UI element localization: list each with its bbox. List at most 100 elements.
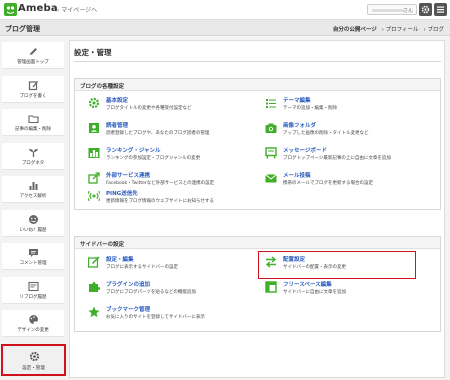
settings-button[interactable] xyxy=(419,3,432,16)
sidebar-item-dashboard[interactable]: 管理画面トップ xyxy=(2,42,64,69)
sidebar-item-label: ブログネタ xyxy=(21,161,45,166)
free-space-icon xyxy=(265,281,277,293)
entry-title[interactable]: ランキング・ジャンル xyxy=(106,146,161,154)
message-board-entry[interactable]: メッセージボード ブログトップページ最新記事の上に自由に文章を追加 xyxy=(265,146,425,168)
gear-icon xyxy=(421,5,430,14)
free-space-entry[interactable]: フリースペース編集 サイドバーに自由に文章を追加 xyxy=(265,280,425,302)
blog-link[interactable]: › ブログ xyxy=(424,25,444,33)
sidebar-item-reblog[interactable]: リブログ履歴 xyxy=(2,277,64,304)
public-page-link[interactable]: 自分の公開ページ xyxy=(333,25,377,33)
sidebar-item-label: いいね！履歴 xyxy=(19,228,47,233)
sidebar-item-label: 記事の編集・削除 xyxy=(15,127,51,132)
theme-edit-entry[interactable]: テーマ編集 テーマの追加・編集・削除 xyxy=(265,96,425,118)
sidebar: 管理画面トップ ブログを書く 記事の編集・削除 ブログネタ アクセス解析 いいね… xyxy=(0,38,66,380)
entry-title[interactable]: プラグインの追加 xyxy=(106,280,150,288)
sidebar-item-blog-neta[interactable]: ブログネタ xyxy=(2,143,64,170)
sidebar-item-edit-articles[interactable]: 記事の編集・削除 xyxy=(2,109,64,136)
bookmark-entry[interactable]: ブックマーク管理 お気に入りのサイトを登録してサイドバーに表示 xyxy=(88,305,248,327)
sidebar-edit-icon xyxy=(88,256,100,268)
panel-heading: サイドバーの設定 xyxy=(75,237,440,249)
readers-entry[interactable]: 読者管理 読者登録したブログや、あなたのブログ読者の管理 xyxy=(88,121,248,143)
gear-icon xyxy=(29,351,40,362)
mypage-link[interactable]: › マイページへ xyxy=(57,5,97,14)
entry-title[interactable]: テーマ編集 xyxy=(283,96,311,104)
basic-settings-entry[interactable]: 基本設定 ブログタイトルの変更や各種受付設定など xyxy=(88,96,248,118)
entry-title[interactable]: PING送信先 xyxy=(106,189,138,197)
entry-title[interactable]: 外部サービス連携 xyxy=(106,171,150,179)
panel-heading: ブログの各種設定 xyxy=(75,79,440,91)
mail-post-entry[interactable]: メール投稿 携帯のメールでブログを更新する場合の設定 xyxy=(265,171,425,193)
sidebar-item-label: アクセス解析 xyxy=(19,194,47,199)
entry-title[interactable]: 基本設定 xyxy=(106,96,128,104)
ping-entry[interactable]: PING送信先 更新情報をブログ情報のウェブサイトにお知らせする xyxy=(88,189,248,211)
entry-desc: Facebook・Twitterなど外部サービスとの連携の設定 xyxy=(106,181,215,186)
star-icon xyxy=(88,306,100,318)
entry-title[interactable]: 画像フォルダ xyxy=(283,121,316,129)
menu-button[interactable] xyxy=(434,3,447,16)
sidebar-item-label: 設定・管理 xyxy=(22,366,45,371)
reblog-icon xyxy=(28,281,39,292)
main-content: 設定・管理 ブログの各種設定 基本設定 ブログタイトルの変更や各種受付設定など … xyxy=(69,40,445,378)
page-title: 設定・管理 xyxy=(74,48,112,57)
entry-desc: アップした画像の削除・タイトル変更など xyxy=(283,131,369,136)
entry-desc: ブログトップページ最新記事の上に自由に文章を追加 xyxy=(283,156,391,161)
sidebar-item-settings[interactable]: 設定・管理 xyxy=(1,344,66,376)
entry-title[interactable]: フリースペース編集 xyxy=(283,280,332,288)
camera-icon xyxy=(265,123,277,133)
ping-icon xyxy=(88,190,100,202)
list-icon xyxy=(266,99,276,108)
entry-desc: 更新情報をブログ情報のウェブサイトにお知らせする xyxy=(106,199,214,204)
folder-icon xyxy=(28,115,39,124)
sidebar-item-label: 管理画面トップ xyxy=(17,60,49,65)
pencil-icon xyxy=(30,48,37,55)
entry-title[interactable]: メール投稿 xyxy=(283,171,311,179)
ranking-genre-entry[interactable]: ランキング・ジャンル ランキングの参加設定・ブログジャンルの変更 xyxy=(88,146,248,168)
entry-desc: ブログにブログパーツを貼るなどの機能追加 xyxy=(106,290,196,295)
entry-desc: ランキングの参加設定・ブログジャンルの変更 xyxy=(106,156,201,161)
entry-desc: 携帯のメールでブログを更新する場合の設定 xyxy=(283,181,373,186)
profile-link[interactable]: › プロフィール xyxy=(382,25,419,33)
highlight-box xyxy=(258,251,416,279)
share-icon xyxy=(88,172,100,184)
menu-icon xyxy=(437,6,444,13)
entry-desc: ブログタイトルの変更や各種受付設定など xyxy=(106,106,192,111)
user-menu[interactable]: さん xyxy=(367,4,417,15)
puzzle-icon xyxy=(89,282,100,292)
comment-icon xyxy=(29,249,38,257)
top-bar: Ameba › マイページへ さん xyxy=(0,0,450,20)
header-links: 自分の公開ページ › プロフィール › ブログ xyxy=(333,25,444,33)
edit-icon xyxy=(28,81,39,91)
sidebar-item-label: デザインの変更 xyxy=(17,328,49,333)
mail-icon xyxy=(265,174,277,183)
sidebar-item-write[interactable]: ブログを書く xyxy=(2,76,64,103)
blog-settings-panel: ブログの各種設定 基本設定 ブログタイトルの変更や各種受付設定など テーマ編集 … xyxy=(74,78,441,210)
user-suffix: さん xyxy=(402,8,413,14)
sidebar-edit-entry[interactable]: 設定・編集 ブログに表示するサイドバーの設定 xyxy=(88,255,248,277)
entry-title[interactable]: メッセージボード xyxy=(283,146,327,154)
entry-title[interactable]: 読者管理 xyxy=(106,121,128,129)
gear-icon xyxy=(88,97,100,109)
entry-title[interactable]: ブックマーク管理 xyxy=(106,305,150,313)
ameba-logo-icon[interactable] xyxy=(4,3,17,16)
sidebar-item-analytics[interactable]: アクセス解析 xyxy=(2,176,64,203)
title-divider xyxy=(74,61,441,62)
ranking-icon xyxy=(88,148,100,158)
readers-icon xyxy=(89,123,99,133)
page-section-title: ブログ管理 xyxy=(5,25,40,33)
sidebar-item-label: ブログを書く xyxy=(19,94,47,99)
sidebar-item-label: リブログ履歴 xyxy=(19,295,47,300)
bar-chart-icon xyxy=(29,182,38,190)
sidebar-item-design[interactable]: デザインの変更 xyxy=(2,310,64,337)
smile-icon xyxy=(29,215,38,224)
sidebar-item-label: コメント管理 xyxy=(19,261,47,266)
entry-title[interactable]: 設定・編集 xyxy=(106,255,134,263)
sprout-icon xyxy=(29,148,38,157)
plugin-add-entry[interactable]: プラグインの追加 ブログにブログパーツを貼るなどの機能追加 xyxy=(88,280,248,302)
image-folder-entry[interactable]: 画像フォルダ アップした画像の削除・タイトル変更など xyxy=(265,121,425,143)
entry-desc: サイドバーに自由に文章を追加 xyxy=(283,290,346,295)
entry-desc: お気に入りのサイトを登録してサイドバーに表示 xyxy=(106,315,205,320)
sidebar-item-likes[interactable]: いいね！履歴 xyxy=(2,210,64,237)
logo-text[interactable]: Ameba xyxy=(18,3,58,14)
user-name-placeholder xyxy=(372,9,404,12)
sidebar-item-comments[interactable]: コメント管理 xyxy=(2,243,64,270)
